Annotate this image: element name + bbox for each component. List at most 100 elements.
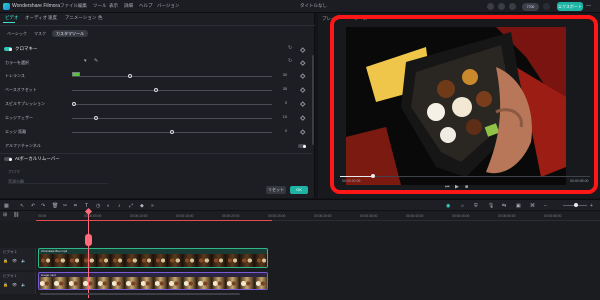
tab-animation[interactable]: アニメーション	[65, 15, 96, 21]
upload-icon[interactable]	[543, 2, 550, 10]
keyframe-icon[interactable]	[300, 73, 306, 79]
slider-value[interactable]: 0	[275, 129, 287, 133]
keyframe-icon[interactable]	[300, 129, 306, 135]
tab-divider	[0, 25, 315, 26]
redo-icon[interactable]: ↷	[41, 203, 45, 209]
playhead-line[interactable]	[88, 210, 89, 298]
panel-scrollbar[interactable]	[312, 55, 314, 145]
chroma-reset-icon[interactable]: ↻	[288, 45, 292, 51]
slider-knob[interactable]	[72, 102, 76, 106]
menu-file[interactable]: ファイル	[60, 3, 78, 9]
tab-video[interactable]: ビデオ	[5, 15, 19, 21]
credits-badge[interactable]: 7700	[522, 2, 539, 11]
slider-track[interactable]	[72, 118, 272, 119]
snap-icon[interactable]: ⌘	[530, 203, 535, 209]
transform-icon[interactable]: ⤢	[129, 203, 133, 209]
undo-icon[interactable]: ↶	[31, 203, 35, 209]
timeline-scrollbar[interactable]	[40, 293, 240, 295]
marker-icon[interactable]: ◆	[140, 203, 144, 209]
slider-knob[interactable]	[154, 88, 158, 92]
shield-icon[interactable]: ⛨	[474, 203, 478, 209]
speed-icon[interactable]: ◷	[96, 203, 100, 209]
preview-progress-knob[interactable]	[371, 174, 375, 178]
keyframe-icon[interactable]	[300, 101, 306, 107]
audio-icon[interactable]: ♪	[118, 203, 121, 209]
menu-help[interactable]: ヘルプ	[139, 3, 153, 9]
ruler-tick: 00:00:50:00	[498, 214, 516, 218]
more-icon[interactable]: »	[151, 203, 154, 209]
track-visibility-icon[interactable]: 👁	[12, 282, 17, 287]
layout-icon[interactable]: ▦	[4, 203, 9, 209]
slider-track[interactable]	[72, 90, 272, 91]
link-icon[interactable]: ⛓	[13, 212, 19, 218]
subtab-custom-tools[interactable]: カスタマツール	[52, 30, 88, 37]
stop-icon[interactable]: ■	[465, 184, 468, 190]
keyframe-icon[interactable]	[300, 87, 306, 93]
menu-advanced[interactable]: 詳細	[124, 3, 133, 9]
play-icon[interactable]: ▶	[455, 184, 459, 190]
cloud-icon[interactable]	[498, 2, 505, 10]
slider-track[interactable]	[72, 104, 272, 105]
ok-button[interactable]: OK	[290, 186, 308, 194]
zoom-in-icon[interactable]: +	[590, 203, 593, 209]
slider-label: エッジ 距離	[5, 129, 27, 134]
menu-version[interactable]: バージョン	[157, 3, 179, 9]
render-icon[interactable]: ☼	[460, 203, 465, 209]
track-lock-icon[interactable]: 🔒	[3, 258, 8, 263]
work-area-bar[interactable]	[36, 220, 272, 221]
slider-value[interactable]: 30	[275, 73, 287, 77]
account-icon[interactable]	[487, 2, 494, 10]
alpha-channel-toggle[interactable]	[298, 144, 306, 148]
playhead-handle[interactable]	[85, 234, 92, 246]
track-mute-icon[interactable]: 🔈	[21, 258, 26, 263]
export-button[interactable]: エクスポート	[557, 2, 583, 11]
ruler-tick: 00:00:25:00	[268, 214, 286, 218]
cut-icon[interactable]: ✂	[63, 203, 67, 209]
color-reset-icon[interactable]: ↻	[288, 58, 292, 64]
zoom-slider-knob[interactable]	[574, 203, 578, 207]
slider-knob[interactable]	[94, 116, 98, 120]
slider-knob[interactable]	[170, 130, 174, 134]
menu-tools[interactable]: ツール	[93, 3, 107, 9]
slider-value[interactable]: 35	[275, 87, 287, 91]
image-icon[interactable]: ▣	[516, 203, 521, 209]
track-visibility-icon[interactable]: 👁	[12, 258, 17, 263]
chroma-key-toggle[interactable]	[4, 47, 12, 51]
tab-audio[interactable]: オーディオ	[25, 15, 47, 21]
track-lock-icon[interactable]: 🔒	[3, 282, 8, 287]
reset-button[interactable]: リセット	[266, 186, 286, 194]
zoom-out-icon[interactable]: −	[544, 203, 547, 209]
preview-progress-track[interactable]	[340, 176, 590, 177]
subtab-basic[interactable]: ベーシック	[3, 30, 31, 37]
video-clip-chocolate[interactable]: Chocolate Box.mp4	[38, 248, 268, 268]
select-icon[interactable]: ↖	[20, 203, 24, 209]
menu-edit[interactable]: 編集	[78, 3, 87, 9]
alpha-channel-label: アルファチャンネル	[5, 143, 41, 148]
window-controls-icon[interactable]: —	[586, 3, 591, 9]
split-icon[interactable]: ⇆	[502, 203, 506, 209]
dropdown-arrow-icon[interactable]: ▾	[84, 58, 87, 64]
ai-toggle[interactable]	[4, 157, 12, 161]
slider-value[interactable]: 0	[275, 101, 287, 105]
color-keyframe-icon[interactable]	[300, 60, 306, 66]
notification-icon[interactable]	[509, 2, 516, 10]
ai-icon[interactable]: ◉	[446, 203, 450, 209]
step-back-icon[interactable]: ⏮	[445, 184, 450, 190]
track-mute-icon[interactable]: 🔈	[21, 282, 26, 287]
eyedropper-icon[interactable]: ✎	[94, 58, 98, 64]
tab-speed[interactable]: 速度	[48, 15, 57, 21]
keyframe-icon[interactable]	[300, 115, 306, 121]
menu-view[interactable]: 表示	[109, 3, 118, 9]
slider-track[interactable]	[72, 76, 272, 77]
add-track-icon[interactable]: ⊞	[3, 212, 7, 218]
video-clip-image[interactable]: image.mp4	[38, 272, 268, 290]
tab-color[interactable]: 色	[98, 15, 103, 21]
mic-icon[interactable]: 🎙	[488, 203, 494, 209]
slider-knob[interactable]	[128, 74, 132, 78]
color-icon[interactable]: ◐	[107, 203, 110, 209]
chroma-keyframe-icon[interactable]	[300, 47, 306, 53]
slider-value[interactable]: 10	[275, 115, 287, 119]
delete-icon[interactable]: 🗑	[52, 203, 58, 209]
crop-icon[interactable]: ⌗	[74, 203, 77, 209]
subtab-mask[interactable]: マスク	[30, 30, 50, 37]
